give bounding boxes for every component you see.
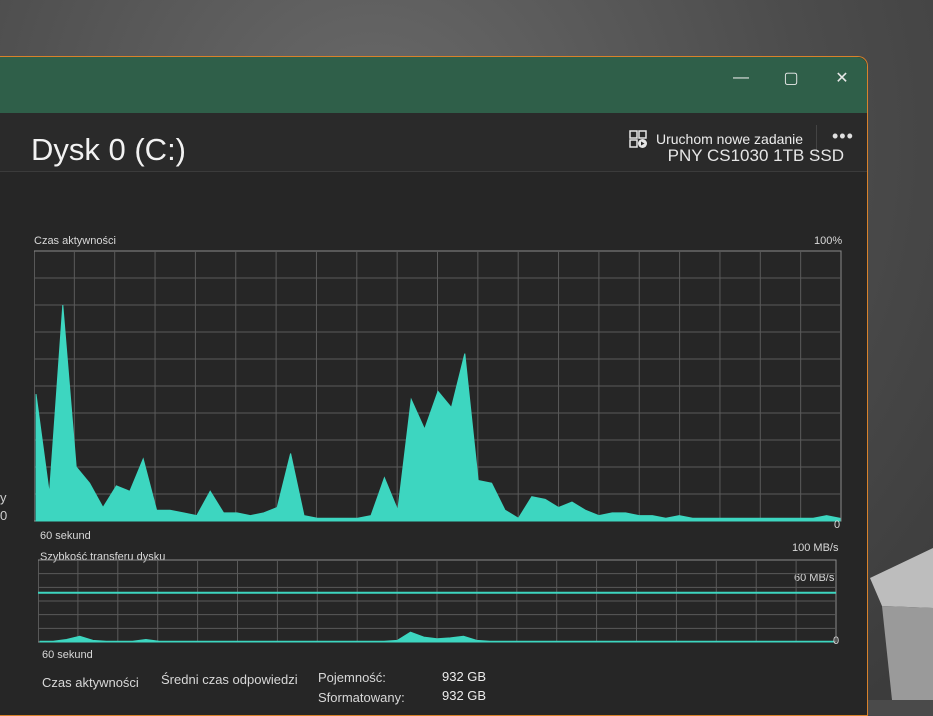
monitor-bracket — [870, 548, 933, 700]
capacity-value: 932 GB — [442, 669, 487, 684]
formatted-value: 932 GB — [442, 688, 487, 703]
more-options-button[interactable]: ••• — [832, 126, 854, 147]
active-time-label: Czas aktywności — [42, 675, 139, 690]
left-panel-fragment: 0 — [0, 508, 8, 523]
title-bar[interactable]: — ▢ ✕ — [0, 57, 867, 113]
disk-title: Dysk 0 (C:) — [31, 132, 186, 167]
run-task-icon — [629, 130, 647, 148]
run-task-label: Uruchom nowe zadanie — [656, 131, 804, 147]
formatted-label: Sformatowany: — [318, 690, 405, 705]
left-panel-fragment: y — [0, 490, 7, 505]
close-button[interactable]: ✕ — [819, 63, 865, 93]
activity-chart — [34, 250, 842, 522]
capacity-label: Pojemność: — [318, 670, 386, 685]
maximize-button[interactable]: ▢ — [768, 63, 814, 93]
maximize-icon: ▢ — [783, 70, 799, 87]
close-icon: ✕ — [835, 70, 849, 87]
transfer-chart-min: 0 — [833, 635, 840, 647]
avg-response-label: Średni czas odpowiedzi — [161, 672, 298, 687]
minimize-button[interactable]: — — [718, 63, 764, 93]
transfer-chart — [38, 559, 837, 643]
transfer-chart-time-label: 60 sekund — [42, 649, 93, 661]
disk-model: PNY CS1030 1TB SSD — [667, 146, 844, 165]
minimize-icon: — — [733, 69, 749, 86]
